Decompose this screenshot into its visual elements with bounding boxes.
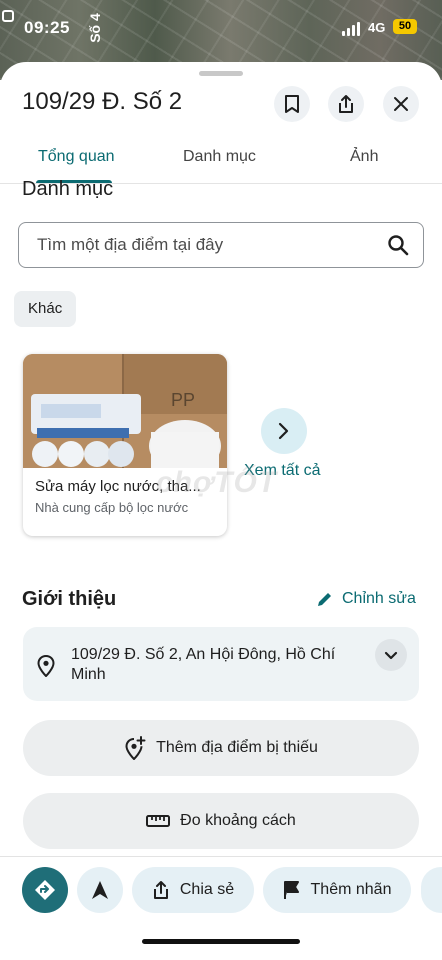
tab-bar: Tổng quan Danh mục Ảnh (0, 134, 442, 184)
bottom-action-bar: Chia sẻ Thêm nhãn (0, 856, 442, 960)
status-bar: 09:25 Số 4 4G 50 (0, 0, 442, 56)
battery-icon: 50 (393, 19, 417, 34)
add-label-label: Thêm nhãn (310, 881, 392, 898)
pencil-icon (318, 593, 331, 606)
directions-button[interactable] (22, 867, 68, 913)
add-missing-place-button[interactable]: Thêm địa điểm bị thiếu (23, 720, 419, 776)
search-icon[interactable] (387, 234, 409, 256)
bookmark-icon (285, 95, 299, 113)
sheet-drag-handle[interactable] (199, 71, 243, 76)
status-time: 09:25 (24, 18, 70, 37)
svg-text:PP: PP (171, 390, 195, 410)
tab-photos[interactable]: Ảnh (350, 148, 378, 166)
network-type: 4G (368, 20, 386, 35)
place-sheet: 109/29 Đ. Số 2 Tổng quan Danh mục Ảnh Da… (0, 62, 442, 960)
measure-distance-button[interactable]: Đo khoảng cách (23, 793, 419, 849)
navigation-arrow-icon (92, 881, 108, 899)
intro-heading: Giới thiệu (22, 588, 117, 610)
search-placeholder: Tìm một địa điểm tại đây (37, 235, 224, 254)
business-card[interactable]: PP Sửa máy lọc nước, tha... Nhà cung cấp… (23, 354, 227, 536)
tab-overview[interactable]: Tổng quan (38, 148, 115, 166)
address-text: 109/29 Đ. Số 2, An Hội Đông, Hồ Chí Minh (71, 646, 336, 683)
edit-label: Chỉnh sửa (342, 590, 416, 607)
share-top-button[interactable] (328, 86, 364, 122)
share-icon (153, 881, 168, 899)
location-pin-icon (37, 655, 55, 677)
more-actions-button[interactable] (421, 867, 442, 913)
chevron-down-icon (384, 651, 398, 659)
measure-distance-label: Đo khoảng cách (180, 812, 296, 829)
flag-icon (283, 881, 299, 899)
place-title: 109/29 Đ. Số 2 (22, 88, 183, 115)
notification-icon (2, 10, 14, 22)
address-row[interactable]: 109/29 Đ. Số 2, An Hội Đông, Hồ Chí Minh (23, 627, 419, 701)
add-label-button[interactable]: Thêm nhãn (263, 867, 411, 913)
share-label: Chia sẻ (179, 881, 235, 898)
category-chip[interactable]: Khác (14, 291, 77, 327)
search-input[interactable]: Tìm một địa điểm tại đây (18, 222, 424, 268)
ruler-icon (146, 815, 171, 827)
share-icon (339, 95, 353, 113)
tab-directory[interactable]: Danh mục (183, 148, 256, 166)
add-location-icon (125, 736, 146, 760)
see-all-next-button[interactable] (261, 408, 307, 454)
save-button[interactable] (274, 86, 310, 122)
map-road-label: Số 4 (86, 13, 103, 43)
home-indicator (142, 939, 300, 944)
start-navigation-button[interactable] (77, 867, 123, 913)
directory-heading: Danh mục (22, 178, 114, 200)
close-icon (394, 97, 408, 111)
expand-address-button[interactable] (375, 639, 407, 671)
watermark: chợTỐT (156, 466, 278, 499)
edit-button[interactable]: Chỉnh sửa (316, 590, 416, 608)
share-button[interactable]: Chia sẻ (132, 867, 254, 913)
signal-icon (342, 22, 360, 36)
business-photo: PP (23, 354, 227, 468)
chevron-right-icon (278, 422, 289, 440)
add-missing-place-label: Thêm địa điểm bị thiếu (156, 739, 318, 756)
business-category: Nhà cung cấp bộ lọc nước (35, 500, 189, 515)
directions-icon (35, 880, 55, 900)
close-button[interactable] (383, 86, 419, 122)
